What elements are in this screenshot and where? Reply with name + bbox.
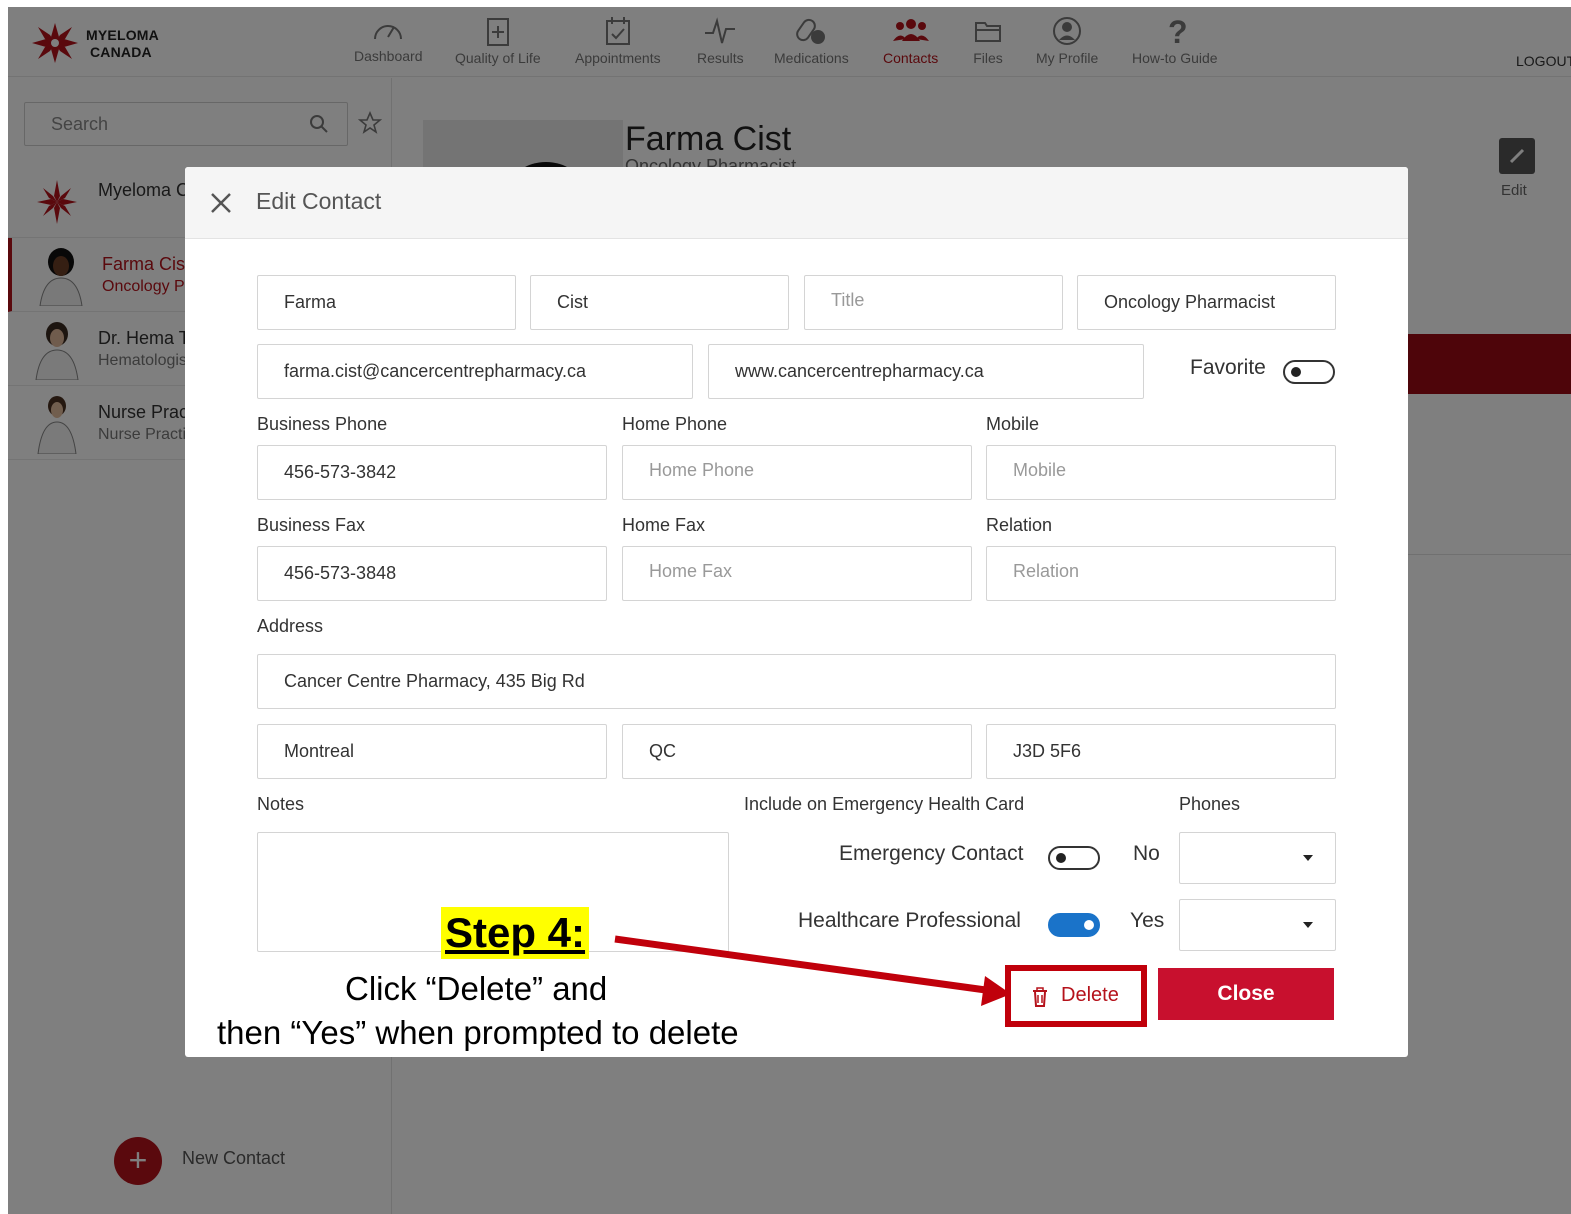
relation-label: Relation	[986, 515, 1053, 535]
field-value: Oncology Pharmacist	[1104, 292, 1276, 312]
home-phone-label: Home Phone	[622, 414, 728, 434]
healthcare-professional-label: Healthcare Professional	[798, 909, 1021, 932]
emergency-card-label: Include on Emergency Health Card	[744, 794, 1025, 814]
toggle-knob	[1291, 367, 1301, 377]
business-fax-label: Business Fax	[257, 515, 366, 535]
field-value: Cancer Centre Pharmacy, 435 Big Rd	[284, 671, 585, 691]
first-name-field[interactable]: Farma	[257, 275, 516, 330]
field-value: www.cancercentrepharmacy.ca	[735, 361, 984, 381]
city-field[interactable]: Montreal	[257, 724, 607, 779]
business-phone-field[interactable]: 456-573-3842	[257, 445, 607, 500]
address-field[interactable]: Cancer Centre Pharmacy, 435 Big Rd	[257, 654, 1336, 709]
emergency-contact-label: Emergency Contact	[839, 842, 1024, 865]
emergency-contact-toggle[interactable]	[1048, 846, 1100, 870]
field-value: QC	[649, 741, 676, 761]
home-fax-field[interactable]: Home Fax	[622, 546, 972, 601]
email-field[interactable]: farma.cist@cancercentrepharmacy.ca	[257, 344, 693, 399]
dialog-title: Edit Contact	[256, 188, 382, 214]
delete-label: Delete	[1061, 984, 1119, 1006]
title-field[interactable]: Title	[804, 275, 1063, 330]
mobile-field[interactable]: Mobile	[986, 445, 1336, 500]
mobile-label: Mobile	[986, 414, 1040, 434]
healthcare-professional-value: Yes	[1130, 909, 1165, 932]
field-value: Montreal	[284, 741, 355, 761]
toggle-knob	[1084, 920, 1094, 930]
field-value: Farma	[284, 292, 337, 312]
close-button[interactable]: Close	[1158, 968, 1334, 1020]
business-fax-field[interactable]: 456-573-3848	[257, 546, 607, 601]
dialog-header: Edit Contact	[185, 167, 1408, 239]
notes-label: Notes	[257, 794, 305, 814]
role-field[interactable]: Oncology Pharmacist	[1077, 275, 1336, 330]
home-phone-field[interactable]: Home Phone	[622, 445, 972, 500]
edit-contact-dialog: Edit Contact Farma Cist Title Oncology P…	[185, 167, 1408, 1057]
close-icon[interactable]	[207, 189, 235, 217]
last-name-field[interactable]: Cist	[530, 275, 789, 330]
field-value: Cist	[557, 292, 588, 312]
business-phone-label: Business Phone	[257, 414, 388, 434]
field-placeholder: Home Fax	[649, 561, 733, 581]
home-fax-label: Home Fax	[622, 515, 706, 535]
healthcare-phones-select[interactable]	[1179, 899, 1336, 951]
trash-icon	[1033, 987, 1047, 1007]
emergency-contact-value: No	[1133, 842, 1160, 865]
favorite-toggle[interactable]	[1283, 360, 1335, 384]
field-value: 456-573-3848	[284, 563, 397, 583]
province-field[interactable]: QC	[622, 724, 972, 779]
relation-field[interactable]: Relation	[986, 546, 1336, 601]
field-value: J3D 5F6	[1013, 741, 1082, 761]
chevron-down-icon	[1303, 922, 1313, 928]
delete-button[interactable]: Delete	[1017, 975, 1137, 1017]
chevron-down-icon	[1303, 855, 1313, 861]
phones-label: Phones	[1179, 794, 1241, 814]
notes-textarea[interactable]	[257, 832, 729, 952]
healthcare-professional-toggle[interactable]	[1048, 913, 1100, 937]
website-field[interactable]: www.cancercentrepharmacy.ca	[708, 344, 1144, 399]
toggle-knob	[1056, 853, 1066, 863]
favorite-label: Favorite	[1190, 356, 1266, 379]
app-window: MYELOMA CANADA Dashboard Quality of Life…	[8, 7, 1571, 1214]
field-placeholder: Home Phone	[649, 460, 755, 480]
postal-code-field[interactable]: J3D 5F6	[986, 724, 1336, 779]
field-placeholder: Title	[831, 290, 865, 310]
field-placeholder: Relation	[1013, 561, 1080, 581]
field-value: farma.cist@cancercentrepharmacy.ca	[284, 361, 587, 381]
address-label: Address	[257, 616, 324, 636]
field-placeholder: Mobile	[1013, 460, 1067, 480]
emergency-phones-select[interactable]	[1179, 832, 1336, 884]
field-value: 456-573-3842	[284, 462, 397, 482]
